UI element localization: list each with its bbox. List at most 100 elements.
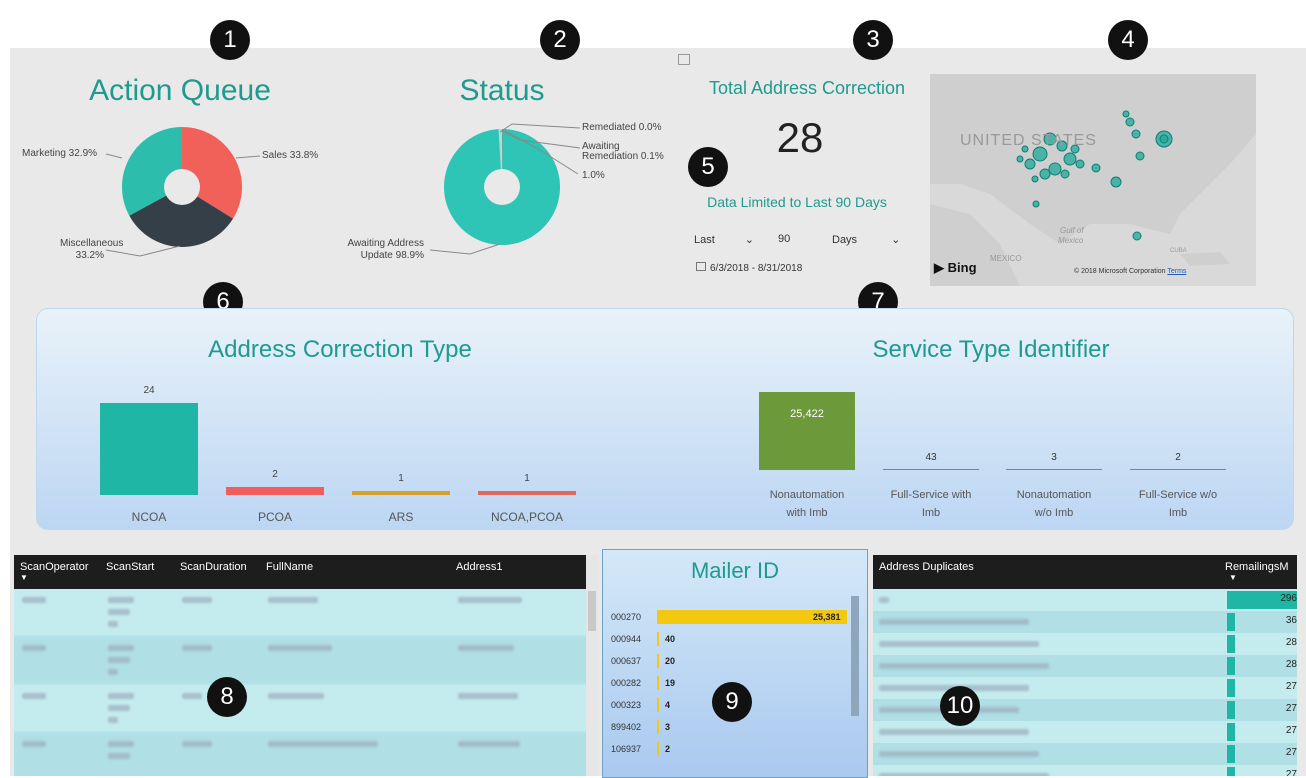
map-terms-link[interactable]: Terms — [1167, 268, 1186, 275]
service-type-bar-fullservice-imb[interactable] — [883, 469, 979, 470]
mailer-id-value: 20 — [665, 656, 676, 666]
col-scanoperator[interactable]: ScanOperator — [20, 561, 88, 573]
map-visual[interactable]: UNITED STATES MEXICO Gulf of Mexico CUBA… — [930, 74, 1256, 286]
address-correction-bar-label: NCOA — [131, 510, 167, 524]
remailings-value: 36 — [1285, 615, 1297, 626]
address-correction-bar[interactable] — [478, 491, 576, 495]
service-type-label: Full-Service w/o Imb — [1123, 486, 1233, 522]
service-type-label-line1: Full-Service with — [890, 489, 972, 501]
service-type-title: Service Type Identifier — [872, 336, 1110, 363]
date-range-value: 6/3/2018 - 8/31/2018 — [710, 263, 803, 274]
col-address-duplicates[interactable]: Address Duplicates — [879, 561, 974, 573]
calendar-icon — [696, 262, 706, 271]
scan-table-body[interactable] — [14, 589, 586, 776]
bing-logo-text: Bing — [947, 260, 977, 275]
service-type-label: Full-Service with Imb — [876, 486, 986, 522]
address-correction-bar-value: 1 — [398, 473, 404, 484]
sales-label: Sales 33.8% — [262, 150, 319, 161]
mailer-id-value: 40 — [665, 634, 676, 644]
address-correction-bar-label: NCOA,PCOA — [490, 510, 563, 524]
service-type-label-line1: Nonautomation — [769, 489, 845, 501]
remailings-value: 27 — [1285, 703, 1297, 714]
mailer-id-value: 19 — [665, 678, 676, 688]
map-copyright-text: © 2018 Microsoft Corporation — [1074, 268, 1166, 275]
address-correction-bar[interactable] — [226, 487, 324, 495]
mailer-id-label: 000637 — [611, 656, 642, 666]
misc-percent: 33.2% — [75, 250, 104, 261]
remailings-value: 28 — [1285, 659, 1297, 670]
remediated-label: Remediated 0.0% — [582, 122, 662, 133]
sales-leader-line — [235, 155, 261, 159]
filter-last-dropdown[interactable]: Last ⌄ — [694, 233, 754, 246]
service-type-bar-nonautomation-no-imb[interactable] — [1006, 469, 1102, 470]
mailer-id-bar[interactable] — [657, 632, 659, 646]
mailer-id-panel: Mailer ID 000270 25,381 000944 40 000637 20 00… — [602, 549, 868, 778]
col-scanduration[interactable]: ScanDuration — [180, 561, 247, 573]
callout-badge-10: 10 — [940, 686, 980, 726]
focus-mode-icon[interactable] — [678, 54, 690, 65]
sort-down-icon[interactable]: ▼ — [20, 573, 28, 582]
service-type-value: 43 — [925, 452, 937, 463]
mailer-id-label: 000323 — [611, 700, 642, 710]
mailer-id-value: 2 — [665, 744, 671, 754]
mailer-id-value: 4 — [665, 700, 671, 710]
table-row[interactable]: 27 — [873, 765, 1297, 776]
table-row[interactable] — [14, 733, 586, 776]
service-type-bar-fullservice-no-imb[interactable] — [1130, 469, 1226, 470]
callout-badge-8: 8 — [207, 677, 247, 717]
service-type-label-line1: Full-Service w/o — [1138, 489, 1218, 501]
table-row[interactable]: 27 — [873, 721, 1297, 743]
col-address1[interactable]: Address1 — [456, 561, 502, 573]
mailer-scrollbar-thumb[interactable] — [851, 596, 859, 716]
address-correction-bar-value: 1 — [524, 473, 530, 484]
table-row[interactable]: 27 — [873, 699, 1297, 721]
table-row[interactable]: 296 — [873, 589, 1297, 611]
mailer-id-bar[interactable] — [657, 698, 659, 712]
table-row[interactable]: 27 — [873, 677, 1297, 699]
service-type-label-line2: Imb — [921, 507, 941, 519]
table-row[interactable]: 28 — [873, 633, 1297, 655]
table-row[interactable] — [14, 685, 586, 731]
table-row[interactable]: 28 — [873, 655, 1297, 677]
col-remailings[interactable]: RemailingsM — [1225, 561, 1289, 573]
table-row[interactable] — [14, 637, 586, 683]
map-canvas — [930, 74, 1256, 286]
service-type-value: 2 — [1175, 452, 1181, 463]
marketing-leader-line — [105, 153, 123, 159]
service-type-label-line2: w/o Imb — [1034, 507, 1074, 519]
duplicates-table-header: Address Duplicates RemailingsM ▼ — [873, 555, 1297, 589]
date-range-picker[interactable]: 6/3/2018 - 8/31/2018 — [696, 262, 802, 274]
service-type-bar-nonautomation-imb[interactable] — [759, 392, 855, 470]
mailer-id-bar[interactable] — [657, 720, 659, 734]
filter-unit-dropdown[interactable]: Days ⌄ — [832, 233, 900, 246]
mailer-id-bar[interactable] — [657, 742, 659, 756]
duplicates-table-body[interactable]: 296 36 28 28 27 27 27 27 27 — [873, 589, 1297, 776]
table-row[interactable] — [14, 589, 586, 635]
col-scanstart[interactable]: ScanStart — [106, 561, 154, 573]
table-row[interactable]: 27 — [873, 743, 1297, 765]
address-correction-bar[interactable] — [100, 403, 198, 495]
scan-table-scrollbar[interactable] — [586, 555, 598, 776]
mailer-id-bar[interactable] — [657, 676, 659, 690]
awaiting-address-label-line2: Update 98.9% — [360, 250, 424, 261]
sort-down-icon[interactable]: ▼ — [1229, 573, 1237, 582]
remailings-value: 27 — [1285, 725, 1297, 736]
mailer-id-bar[interactable] — [657, 654, 659, 668]
mailer-id-chart[interactable]: 000270 25,381 000944 40 000637 20 000282 19 0003… — [603, 550, 853, 777]
col-fullname[interactable]: FullName — [266, 561, 313, 573]
status-title: Status — [459, 74, 545, 107]
table-row[interactable]: 36 — [873, 611, 1297, 633]
callout-badge-9: 9 — [712, 682, 752, 722]
filter-last-value: Last — [694, 234, 715, 246]
address-correction-bar-label: PCOA — [257, 510, 292, 524]
mailer-id-label: 000944 — [611, 634, 642, 644]
mailer-id-label: 899402 — [611, 722, 642, 732]
chevron-down-icon: ⌄ — [891, 234, 901, 246]
map-gulf-label-line1: Gulf of — [1060, 226, 1084, 235]
filter-number-input[interactable]: 90 — [778, 233, 790, 245]
mailer-id-label: 106937 — [611, 744, 642, 754]
address-correction-bar[interactable] — [352, 491, 450, 495]
misc-label: Miscellaneous — [60, 238, 124, 249]
service-type-label-line2: Imb — [1168, 507, 1188, 519]
scrollbar-thumb[interactable] — [588, 591, 596, 631]
